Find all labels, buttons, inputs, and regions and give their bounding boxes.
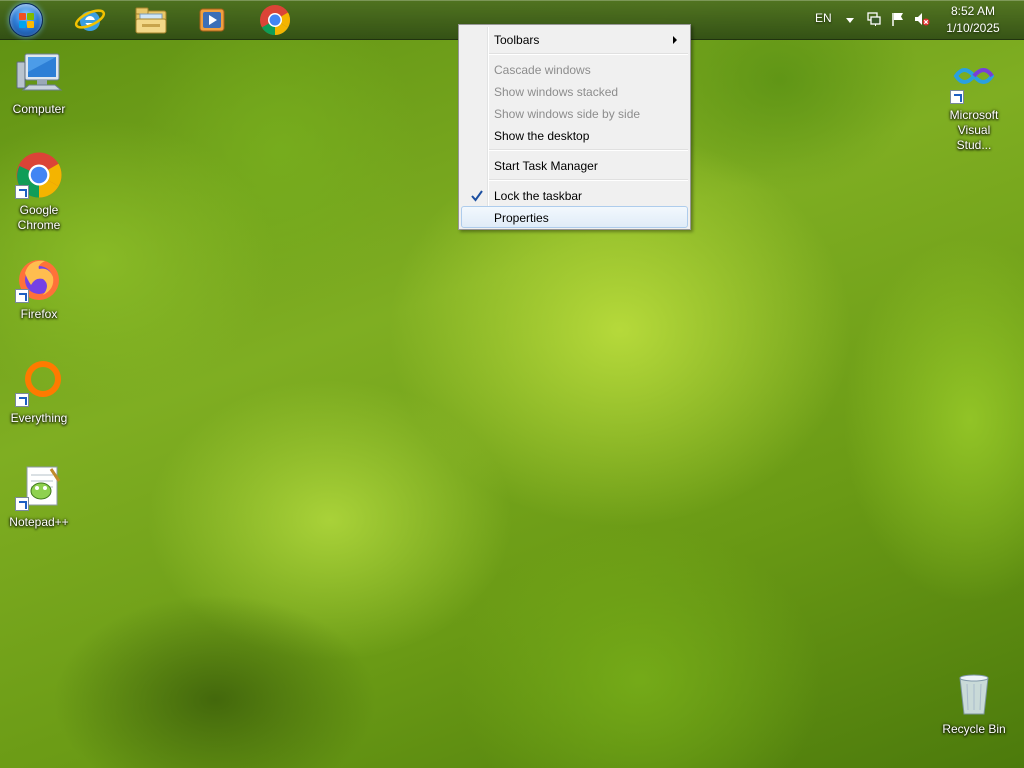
language-indicator[interactable]: EN xyxy=(815,11,832,25)
menu-item-show-the-desktop[interactable]: Show the desktop xyxy=(461,124,688,146)
submenu-arrow-icon xyxy=(673,36,677,44)
menu-item-start-task-manager[interactable]: Start Task Manager xyxy=(461,154,688,176)
shortcut-arrow-icon xyxy=(15,497,29,511)
clock-date: 1/10/2025 xyxy=(946,21,1000,35)
desktop-icon-visual-studio[interactable]: Microsoft Visual Stud... xyxy=(936,56,1012,153)
checkmark-icon xyxy=(471,190,483,202)
media-player-icon xyxy=(199,8,225,32)
menu-item-lock-the-taskbar[interactable]: Lock the taskbar xyxy=(461,184,688,206)
menu-item-label: Show windows stacked xyxy=(494,85,619,99)
start-button[interactable] xyxy=(6,2,46,38)
menu-item-cascade-windows[interactable]: Cascade windows xyxy=(461,58,688,80)
tray-overflow-arrow-icon[interactable] xyxy=(845,15,855,25)
shortcut-arrow-icon xyxy=(15,393,29,407)
desktop-icon-recycle-bin[interactable]: Recycle Bin xyxy=(936,670,1012,737)
shortcut-arrow-icon xyxy=(950,90,964,104)
desktop-icon-label: Computer xyxy=(12,102,66,116)
shortcut-arrow-icon xyxy=(15,289,29,303)
desktop-icon-everything[interactable]: Everything xyxy=(1,359,77,426)
taskbar-pinned-internet-explorer[interactable] xyxy=(62,2,118,38)
menu-item-toolbars[interactable]: Toolbars xyxy=(461,28,688,50)
shortcut-arrow-icon xyxy=(15,185,29,199)
menu-item-label: Start Task Manager xyxy=(494,159,598,173)
menu-item-show-windows-side-by-side[interactable]: Show windows side by side xyxy=(461,102,688,124)
network-icon[interactable] xyxy=(866,11,882,27)
desktop-icon-computer[interactable]: Computer xyxy=(1,50,77,117)
menu-separator xyxy=(489,149,688,151)
menu-item-properties[interactable]: Properties xyxy=(461,206,688,228)
desktop-icon-firefox[interactable]: Firefox xyxy=(1,255,77,322)
taskbar-pinned-windows-explorer[interactable] xyxy=(123,2,179,38)
folder-icon xyxy=(135,7,167,34)
desktop-icon-label: Microsoft Visual Stud... xyxy=(949,108,999,152)
taskbar-pinned-chrome[interactable] xyxy=(247,2,303,38)
menu-separator xyxy=(489,53,688,55)
chrome-icon xyxy=(260,5,291,36)
ie-icon xyxy=(74,9,106,31)
taskbar-pinned-media-player[interactable] xyxy=(184,2,240,38)
desktop-icon-label: Recycle Bin xyxy=(942,722,1006,736)
desktop-icon-google-chrome[interactable]: Google Chrome xyxy=(1,151,77,233)
clock-time: 8:52 AM xyxy=(950,4,996,18)
desktop-icon-notepadpp[interactable]: Notepad++ xyxy=(1,463,77,530)
menu-item-label: Toolbars xyxy=(494,33,540,47)
menu-separator xyxy=(489,179,688,181)
taskbar-clock[interactable]: 8:52 AM 1/10/2025 xyxy=(940,3,1006,37)
taskbar-context-menu: Toolbars Cascade windows Show windows st… xyxy=(458,24,691,230)
action-center-flag-icon[interactable] xyxy=(890,11,906,27)
menu-item-label: Lock the taskbar xyxy=(494,189,583,203)
menu-item-show-windows-stacked[interactable]: Show windows stacked xyxy=(461,80,688,102)
desktop-icon-label: Everything xyxy=(10,411,68,425)
menu-item-label: Properties xyxy=(494,211,549,225)
windows-logo-icon xyxy=(9,3,43,37)
menu-item-label: Cascade windows xyxy=(494,63,591,77)
menu-item-label: Show windows side by side xyxy=(494,107,641,121)
menu-item-label: Show the desktop xyxy=(494,129,590,143)
desktop-icon-label: Google Chrome xyxy=(17,203,61,232)
desktop-icon-label: Firefox xyxy=(20,307,58,321)
computer-icon xyxy=(16,53,63,91)
desktop-icon-label: Notepad++ xyxy=(9,515,69,529)
recycle-bin-icon xyxy=(959,674,989,715)
volume-muted-icon[interactable] xyxy=(914,11,930,27)
